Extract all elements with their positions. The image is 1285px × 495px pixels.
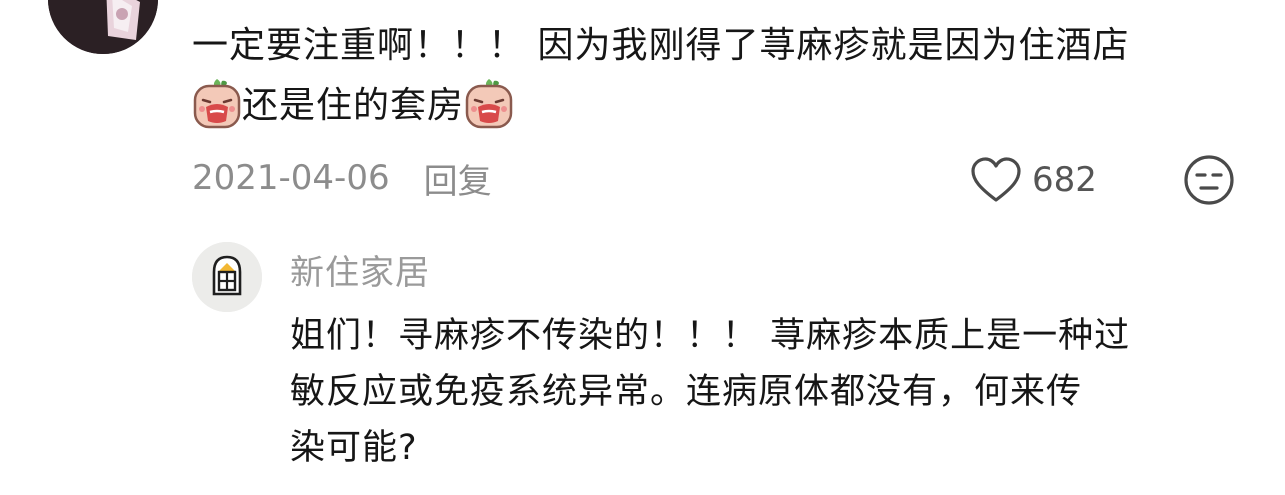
comment-meta: 2021-04-06 回复 [192, 150, 492, 206]
heart-icon [971, 157, 1021, 202]
comment-text-line-1: 一定要注重啊！！！ 因为我刚得了荨麻疹就是因为住酒店 [192, 25, 1130, 66]
commenter-avatar[interactable] [48, 0, 158, 54]
reply-author-name[interactable]: 新住家居 [290, 245, 430, 294]
crying-peach-emoji-icon [465, 79, 513, 129]
like-count: 682 [1032, 160, 1097, 200]
comment-date: 2021-04-06 [192, 158, 390, 198]
reply-body: 姐们！寻麻疹不传染的！！！ 荨麻疹本质上是一种过 敏反应或免疫系统异常。连病原体… [290, 308, 1250, 476]
dislike-button[interactable] [1183, 154, 1235, 206]
crying-peach-emoji-icon [193, 79, 241, 129]
comment-text-line-2-words: 还是住的套房 [242, 85, 465, 126]
reply-text-line-3: 染可能? [290, 428, 418, 468]
reply-text-line-1: 姐们！寻麻疹不传染的！！！ 荨麻疹本质上是一种过 [290, 316, 1131, 356]
reply-button[interactable]: 回复 [424, 154, 492, 203]
comment-body: 一定要注重啊！！！ 因为我刚得了荨麻疹就是因为住酒店 还是住的套房 [192, 16, 1232, 136]
comment-text-line-2: 还是住的套房 [192, 76, 1232, 136]
reply-text-line-2: 敏反应或免疫系统异常。连病原体都没有，何来传 [290, 372, 1083, 412]
meh-face-icon [1184, 155, 1234, 205]
like-button[interactable]: 682 [970, 152, 1097, 208]
reply-author-avatar[interactable] [192, 242, 262, 312]
